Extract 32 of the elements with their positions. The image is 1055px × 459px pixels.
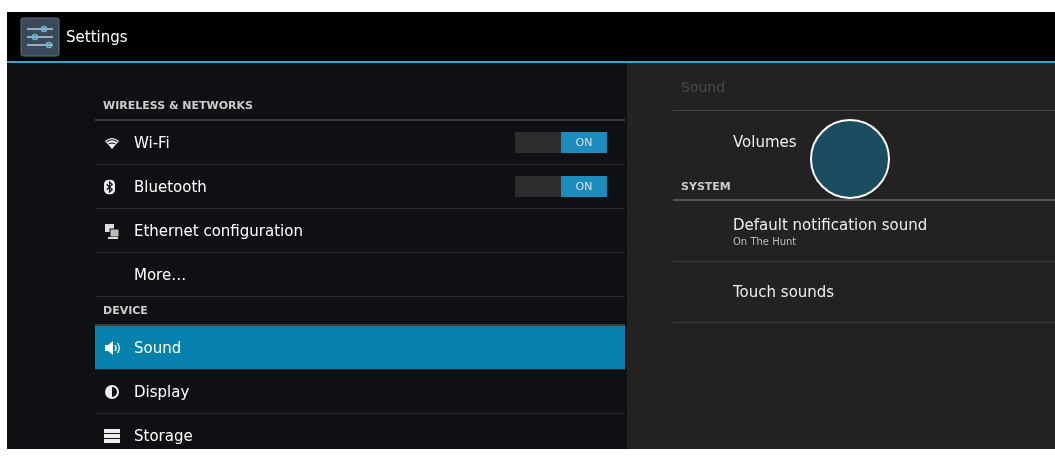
toggle-label: ON [561, 176, 607, 197]
storage-icon [104, 428, 120, 443]
brightness-icon [104, 383, 120, 400]
item-summary: On The Hunt [733, 235, 798, 247]
item-label: Wi-Fi [134, 133, 171, 152]
item-label: Storage [134, 426, 194, 445]
app-title: Settings [66, 27, 128, 46]
item-label: Sound [134, 338, 183, 357]
wifi-icon [104, 135, 120, 150]
section-header: WIRELESS & NETWORKS [95, 92, 625, 121]
preference-item[interactable]: Default notification sound On The Hunt [673, 201, 1055, 262]
settings-item[interactable]: Wi-Fi ON [95, 121, 625, 165]
settings-item[interactable]: Display [95, 370, 625, 414]
computer-icon [104, 222, 120, 239]
item-label: Ethernet configuration [134, 221, 304, 240]
settings-sliders-icon[interactable] [20, 16, 60, 57]
item-label: Display [134, 382, 191, 401]
bluetooth-icon [104, 178, 115, 195]
settings-item[interactable]: Ethernet configuration [95, 209, 625, 253]
item-label: Bluetooth [134, 177, 208, 196]
settings-item[interactable]: More… [95, 253, 625, 297]
settings-item[interactable]: Bluetooth ON [95, 165, 625, 209]
settings-item[interactable]: Storage [95, 414, 625, 449]
speaker-icon [104, 339, 122, 356]
toggle-label: ON [561, 132, 607, 153]
preference-item[interactable]: Touch sounds [673, 262, 1055, 323]
item-label: Default notification sound [733, 215, 929, 234]
item-label: Touch sounds [733, 283, 836, 301]
preference-item[interactable]: Volumes [673, 111, 1055, 173]
settings-item[interactable]: Sound [95, 326, 625, 370]
item-label: Volumes [733, 133, 798, 151]
item-label: More… [134, 265, 188, 284]
